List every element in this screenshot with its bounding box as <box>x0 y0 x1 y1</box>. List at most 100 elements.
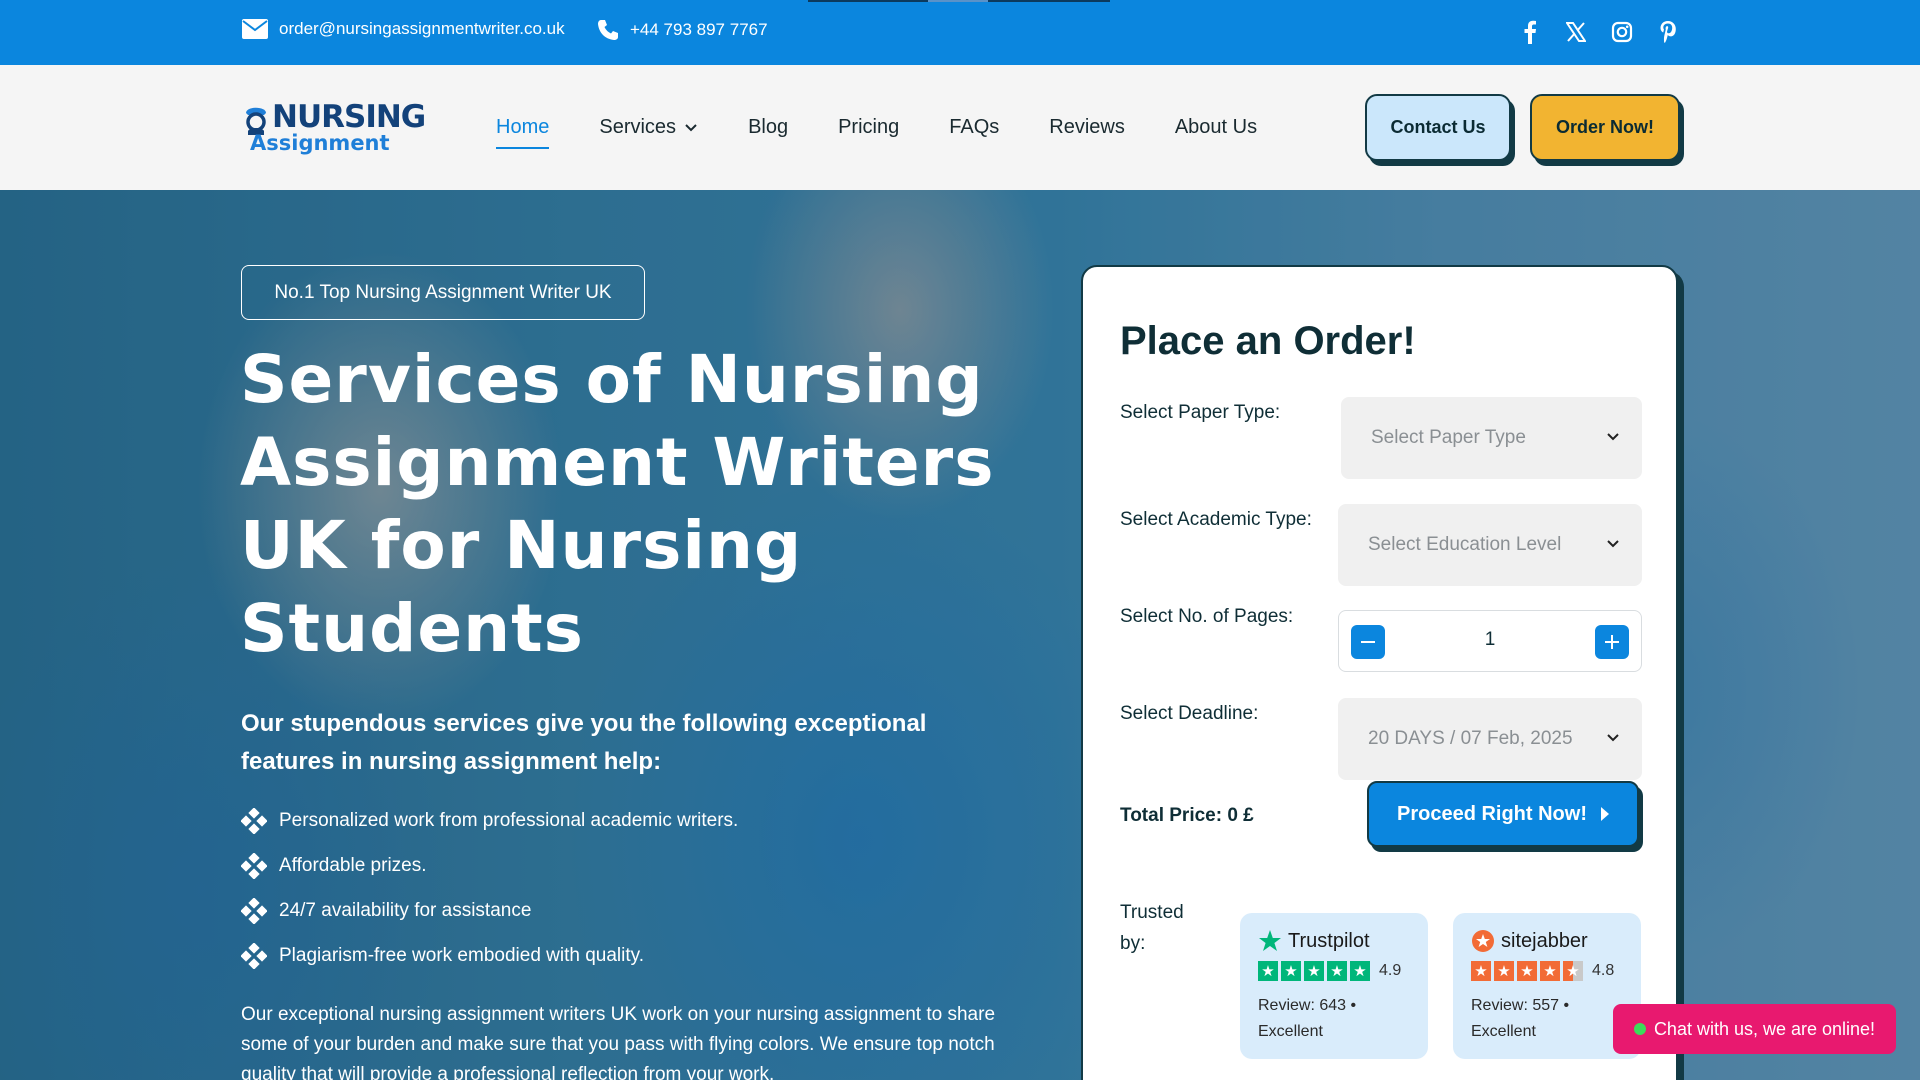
deadline-label: Select Deadline: <box>1120 703 1259 724</box>
main-header: NURSING Assignment Home Services Blog Pr… <box>0 65 1920 190</box>
nav-services-label[interactable]: Services <box>599 116 676 139</box>
logo-text-nursing: NURSING <box>272 99 426 135</box>
sitejabber-name: sitejabber <box>1501 929 1588 952</box>
hero-section: No.1 Top Nursing Assignment Writer UK Se… <box>0 190 1920 1080</box>
nav-about[interactable]: About Us <box>1175 116 1257 139</box>
instagram-icon[interactable] <box>1610 18 1634 46</box>
contact-us-button[interactable]: Contact Us <box>1365 94 1511 161</box>
decrement-button[interactable] <box>1351 625 1385 659</box>
half-star-icon: ★ <box>1563 961 1583 981</box>
star-icon: ★ <box>1540 961 1560 981</box>
diamond-bullet-icon <box>240 806 268 835</box>
nav-faqs-label[interactable]: FAQs <box>949 116 999 139</box>
feature-item: 24/7 availability for assistance <box>240 888 738 933</box>
nav-faqs[interactable]: FAQs <box>949 116 999 139</box>
order-form-title: Place an Order! <box>1120 319 1416 363</box>
chevron-down-icon <box>1607 433 1619 441</box>
hero-badge: No.1 Top Nursing Assignment Writer UK <box>241 265 645 320</box>
academic-type-label: Select Academic Type: <box>1120 509 1312 530</box>
nav-reviews-label[interactable]: Reviews <box>1049 116 1125 139</box>
diamond-bullet-icon <box>240 941 268 970</box>
order-now-button[interactable]: Order Now! <box>1530 94 1680 161</box>
mail-icon <box>242 19 268 39</box>
site-logo[interactable]: NURSING Assignment <box>240 99 426 159</box>
nav-pricing[interactable]: Pricing <box>838 116 899 139</box>
phone-text[interactable]: +44 793 897 7767 <box>630 20 768 40</box>
star-icon: ★ <box>1517 961 1537 981</box>
social-links <box>1518 18 1680 46</box>
star-icon: ★ <box>1281 961 1301 981</box>
sitejabber-logo-icon <box>1472 930 1494 952</box>
feature-text: 24/7 availability for assistance <box>279 899 532 921</box>
phone-link[interactable]: +44 793 897 7767 <box>596 18 768 42</box>
live-chat-button[interactable]: Chat with us, we are online! <box>1613 1004 1896 1054</box>
sitejabber-brand: sitejabber <box>1471 929 1623 953</box>
diamond-bullet-icon <box>240 896 268 925</box>
pages-stepper: 1 <box>1338 610 1642 672</box>
star-icon: ★ <box>1258 961 1278 981</box>
logo-text-assignment: Assignment <box>250 131 390 155</box>
nav-services[interactable]: Services <box>599 116 698 139</box>
facebook-icon[interactable] <box>1518 18 1542 46</box>
academic-type-value[interactable]: Select Education Level <box>1368 534 1561 556</box>
pinterest-icon[interactable] <box>1656 18 1680 46</box>
star-icon: ★ <box>1494 961 1514 981</box>
hero-title: Services of Nursing Assignment Writers U… <box>240 341 995 667</box>
sitejabber-stars: ★ ★ ★ ★ ★ 4.8 <box>1471 961 1623 981</box>
feature-item: Plagiarism-free work embodied with quali… <box>240 933 738 978</box>
top-deco-line <box>808 0 1110 2</box>
chevron-down-icon <box>1607 734 1619 742</box>
feature-item: Affordable prizes. <box>240 843 738 888</box>
star-icon: ★ <box>1327 961 1347 981</box>
nav-about-label[interactable]: About Us <box>1175 116 1257 139</box>
trustpilot-review-card[interactable]: Trustpilot ★ ★ ★ ★ ★ 4.9 Review: 643 • E… <box>1240 913 1428 1059</box>
academic-type-select[interactable]: Select Education Level <box>1338 504 1642 586</box>
hero-lead: Our stupendous services give you the fol… <box>241 710 927 775</box>
pages-label: Select No. of Pages: <box>1120 606 1294 627</box>
increment-button[interactable] <box>1595 625 1629 659</box>
trusted-by-label: Trusted by: <box>1120 902 1184 954</box>
minus-icon <box>1361 641 1375 643</box>
nav-reviews[interactable]: Reviews <box>1049 116 1125 139</box>
total-price: Total Price: 0 £ <box>1120 805 1254 826</box>
main-nav: Home Services Blog Pricing FAQs Reviews … <box>496 65 1307 190</box>
star-icon: ★ <box>1304 961 1324 981</box>
star-icon: ★ <box>1471 961 1491 981</box>
proceed-button-label[interactable]: Proceed Right Now! <box>1397 803 1587 826</box>
trustpilot-score: 4.9 <box>1379 962 1402 979</box>
deadline-value[interactable]: 20 DAYS / 07 Feb, 2025 <box>1368 728 1573 750</box>
star-icon: ★ <box>1350 961 1370 981</box>
paper-type-value[interactable]: Select Paper Type <box>1371 427 1526 449</box>
sitejabber-meta: Review: 557 • Excellent <box>1471 997 1570 1040</box>
deadline-select[interactable]: 20 DAYS / 07 Feb, 2025 <box>1338 698 1642 780</box>
top-bar: order@nursingassignmentwriter.co.uk +44 … <box>0 0 1920 65</box>
feature-list: Personalized work from professional acad… <box>240 798 738 978</box>
x-twitter-icon[interactable] <box>1564 18 1588 46</box>
plus-icon <box>1605 635 1619 649</box>
caret-right-icon <box>1601 807 1609 821</box>
email-text[interactable]: order@nursingassignmentwriter.co.uk <box>279 19 565 39</box>
nav-home[interactable]: Home <box>496 116 550 149</box>
trustpilot-star-icon <box>1259 930 1281 951</box>
feature-text: Affordable prizes. <box>279 854 427 876</box>
online-status-icon <box>1633 1023 1646 1035</box>
nav-blog[interactable]: Blog <box>748 116 788 139</box>
nav-pricing-label[interactable]: Pricing <box>838 116 899 139</box>
chat-label[interactable]: Chat with us, we are online! <box>1654 1019 1875 1040</box>
phone-icon <box>598 20 618 40</box>
pages-value[interactable]: 1 <box>1399 629 1581 651</box>
feature-text: Plagiarism-free work embodied with quali… <box>279 944 645 966</box>
paper-type-select[interactable]: Select Paper Type <box>1341 397 1642 479</box>
trustpilot-brand: Trustpilot <box>1258 929 1410 953</box>
chevron-down-icon <box>1607 540 1619 548</box>
trustpilot-meta: Review: 643 • Excellent <box>1258 997 1357 1040</box>
trustpilot-name: Trustpilot <box>1288 929 1370 952</box>
chevron-down-icon[interactable] <box>684 123 698 133</box>
email-link[interactable]: order@nursingassignmentwriter.co.uk <box>241 18 565 40</box>
trustpilot-stars: ★ ★ ★ ★ ★ 4.9 <box>1258 961 1410 981</box>
paper-type-label: Select Paper Type: <box>1120 402 1281 423</box>
nav-home-label[interactable]: Home <box>496 116 549 139</box>
proceed-button[interactable]: Proceed Right Now! <box>1367 781 1639 847</box>
nav-blog-label[interactable]: Blog <box>748 116 788 139</box>
hero-paragraph: Our exceptional nursing assignment write… <box>241 1004 996 1080</box>
